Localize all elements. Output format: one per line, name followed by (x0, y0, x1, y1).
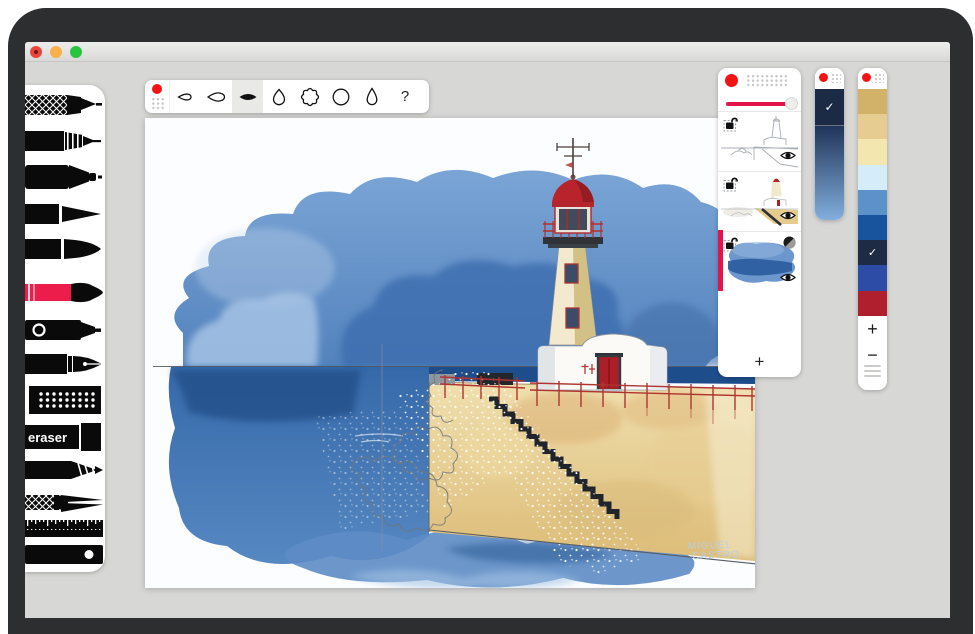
shape-large-teardrop[interactable] (201, 80, 232, 113)
swatch-cream[interactable] (858, 139, 887, 164)
opacity-track (726, 102, 788, 106)
tool-ruler-base[interactable] (25, 544, 103, 569)
scalloped-seal-icon (298, 85, 322, 109)
toolbar-red-dot (152, 84, 162, 94)
large-teardrop-icon (205, 85, 229, 109)
shape-circle[interactable] (325, 80, 356, 113)
svg-text:eraser: eraser (28, 430, 67, 445)
swatch-dark-red[interactable] (858, 291, 887, 316)
swatch-checkmark-icon: ✓ (868, 246, 877, 259)
layers-grip-dots-icon (746, 74, 788, 87)
layer-visibility-icon[interactable] (780, 270, 796, 288)
artwork: MIGUEL CASTRO (145, 118, 755, 588)
tool-textured-pencil[interactable] (25, 91, 103, 122)
selected-shade[interactable]: ✓ (815, 89, 844, 126)
tool-technical-pen[interactable] (25, 128, 103, 159)
selected-layer-indicator (718, 230, 723, 291)
layer-visibility-icon[interactable] (780, 208, 796, 226)
tool-fountain-pen[interactable] (25, 351, 103, 382)
app-content: eraser (25, 42, 950, 618)
signature-line2: CASTRO (692, 549, 740, 562)
add-layer-button[interactable]: + (718, 350, 801, 374)
opacity-knob[interactable] (785, 97, 798, 110)
tool-eraser[interactable]: eraser (25, 423, 103, 454)
brush-shape-toolbar: ? (145, 80, 429, 113)
tools-sidebar: eraser (25, 85, 105, 572)
small-teardrop-icon (174, 85, 198, 109)
layer-opacity-slider[interactable] (726, 97, 790, 110)
add-color-button[interactable]: + (858, 320, 887, 338)
shade-checkmark-icon: ✓ (824, 100, 834, 114)
shades-panel: ✓ (815, 68, 844, 220)
close-button[interactable] (30, 46, 42, 58)
app-window: eraser (8, 8, 973, 634)
tool-brush-pen[interactable] (25, 236, 103, 267)
layer-3-blue-wash[interactable] (718, 231, 801, 292)
shape-scalloped-seal[interactable] (294, 80, 325, 113)
water-drop-icon (360, 85, 384, 109)
shape-round-drop[interactable] (263, 80, 294, 113)
titlebar (25, 42, 950, 62)
filled-ellipse-icon (236, 85, 260, 109)
layer-blend-icon[interactable] (783, 236, 796, 254)
toolbar-grip-dots-icon (150, 96, 165, 109)
swatch-deep-blue[interactable] (858, 215, 887, 240)
tool-marker[interactable] (25, 163, 103, 196)
shades-red-dot (819, 73, 828, 82)
layer-lock-icon[interactable] (723, 236, 740, 257)
tool-ruler[interactable] (25, 517, 103, 546)
shape-filled-ellipse[interactable] (232, 80, 263, 113)
tool-watercolor-brush[interactable] (25, 279, 103, 312)
round-drop-icon (267, 85, 291, 109)
layer-lock-icon[interactable] (723, 176, 740, 197)
tool-blending-stump[interactable] (25, 489, 103, 520)
remove-color-button[interactable]: − (858, 346, 887, 364)
swatch-tan[interactable] (858, 114, 887, 139)
shape-water-drop[interactable] (356, 80, 387, 113)
palette-drag-handle[interactable] (858, 68, 887, 89)
shades-drag-handle[interactable] (815, 68, 844, 89)
drawing-canvas[interactable]: MIGUEL CASTRO (145, 118, 755, 588)
palette-panel: ✓ + − (858, 68, 887, 390)
layer-2-color-study[interactable] (718, 171, 801, 230)
shape-small-teardrop[interactable] (170, 80, 201, 113)
palette-menu-handle[interactable] (864, 365, 881, 379)
swatch-navy-selected[interactable]: ✓ (858, 240, 887, 265)
swatch-sky-blue[interactable] (858, 190, 887, 215)
help-button[interactable]: ? (387, 80, 423, 113)
tool-airbrush[interactable] (25, 317, 103, 348)
swatch-royal-blue[interactable] (858, 265, 887, 290)
tool-fineliner[interactable] (25, 201, 103, 232)
toolbar-drag-handle[interactable] (145, 80, 170, 113)
layers-red-dot (725, 74, 738, 87)
layers-panel: + (718, 68, 801, 377)
minimize-button[interactable] (50, 46, 62, 58)
zoom-button[interactable] (70, 46, 82, 58)
circle-icon (329, 85, 353, 109)
shades-grip-dots-icon (831, 73, 841, 83)
tool-pastel[interactable] (25, 385, 103, 418)
layer-visibility-icon[interactable] (780, 148, 796, 166)
shade-gradient[interactable] (815, 126, 844, 220)
palette-red-dot (862, 73, 871, 82)
screenshot-stage: eraser (0, 0, 975, 634)
palette-grip-dots-icon (874, 73, 884, 83)
layer-1-sketch[interactable] (718, 111, 801, 170)
layer-lock-icon[interactable] (723, 116, 740, 137)
swatch-pale-blue[interactable] (858, 165, 887, 190)
layers-drag-handle[interactable] (718, 68, 801, 94)
swatch-gold[interactable] (858, 89, 887, 114)
swatch-list: ✓ (858, 89, 887, 316)
shade-gradient-strip[interactable]: ✓ (815, 89, 844, 220)
tool-pencil[interactable] (25, 456, 103, 489)
